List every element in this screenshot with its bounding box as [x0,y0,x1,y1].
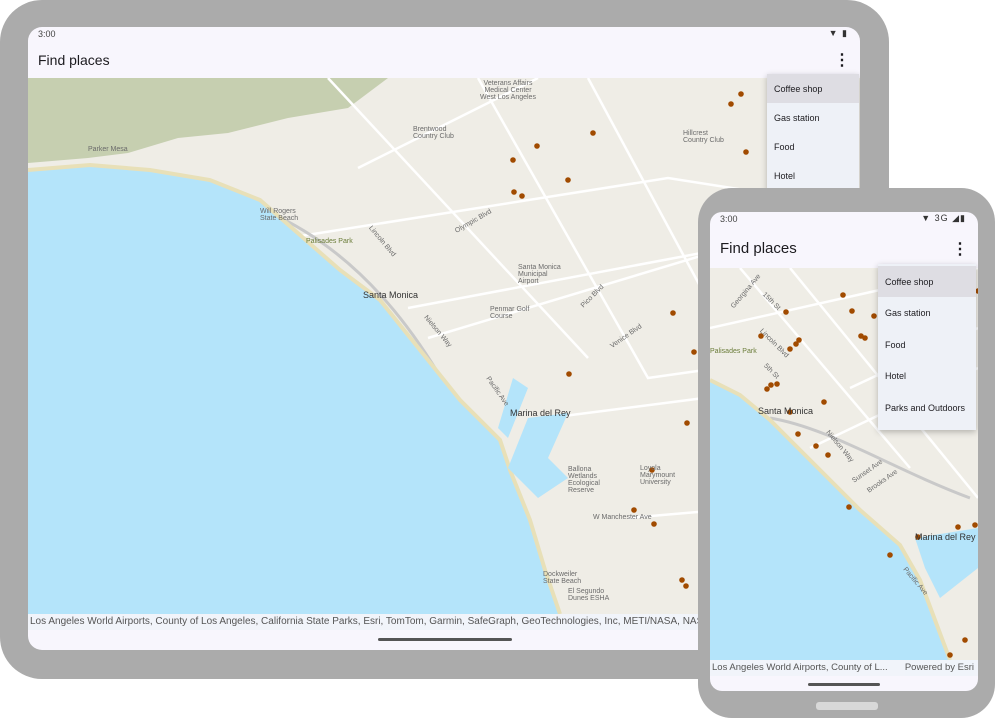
map-label: El Segundo Dunes ESHA [568,588,610,602]
place-marker [947,652,953,658]
place-marker [793,341,799,347]
map-label: Veterans Affairs Medical Center West Los… [480,80,536,101]
map-label: Marina del Rey [915,532,976,542]
map-label: Brentwood Country Club [413,126,454,140]
place-marker [728,101,734,107]
page-title: Find places [38,52,110,68]
map-label: Santa Monica [758,406,814,416]
map-label: Marina del Rey [510,408,571,418]
status-bar: 3:00 ▼ 3G ◢▮ [710,212,978,228]
place-marker [840,292,846,298]
status-time: 3:00 [720,214,738,224]
app-bar: Find places ⋮ [710,228,978,268]
place-marker [871,313,877,319]
map-attribution[interactable]: Los Angeles World Airports, County of L.… [710,660,978,676]
map-label: Will Rogers State Beach [260,208,299,222]
street [407,246,729,310]
place-marker [651,521,657,527]
place-marker [972,522,978,528]
place-marker [849,308,855,314]
place-marker [955,524,961,530]
place-marker [691,349,697,355]
wifi-battery-icon: ▼ ▮ [828,28,848,38]
status-bar: 3:00 ▼ ▮ [28,27,860,45]
place-marker [519,193,525,199]
category-menu: Coffee shop Gas station Food Hotel Parks… [878,264,976,430]
place-marker [768,382,774,388]
phone-screen: 3:00 ▼ 3G ◢▮ Find places ⋮ Santa Monica … [710,212,978,691]
gesture-handle[interactable] [378,638,512,641]
place-marker [862,335,868,341]
more-options-icon[interactable]: ⋮ [834,50,850,70]
place-marker [683,583,689,589]
place-marker [631,507,637,513]
more-options-icon[interactable]: ⋮ [952,239,968,259]
place-marker [795,431,801,437]
menu-item-hotel[interactable]: Hotel [878,360,976,392]
place-marker [511,189,517,195]
home-button[interactable] [816,702,878,710]
place-marker [821,399,827,405]
map-label: Parker Mesa [88,146,128,153]
menu-item-food[interactable]: Food [878,329,976,360]
place-marker [743,149,749,155]
powered-by-esri[interactable]: Powered by Esri [904,660,974,676]
wifi-signal-battery-icon: ▼ 3G ◢▮ [921,213,966,223]
place-marker [510,157,516,163]
status-time: 3:00 [38,29,56,39]
place-marker [774,381,780,387]
place-marker [783,309,789,315]
place-marker [684,420,690,426]
menu-item-coffee-shop[interactable]: Coffee shop [767,74,859,103]
menu-item-food[interactable]: Food [767,132,859,161]
place-marker [764,386,770,392]
attribution-text: Los Angeles World Airports, County of L.… [712,662,888,673]
place-marker [825,452,831,458]
place-marker [813,443,819,449]
place-marker [565,177,571,183]
place-marker [670,310,676,316]
page-title: Find places [720,240,797,257]
menu-item-hotel[interactable]: Hotel [767,161,859,190]
network-type: 3G [934,213,949,223]
place-marker [566,371,572,377]
place-marker [962,637,968,643]
place-marker [590,130,596,136]
map-label: Penmar Golf Course [490,306,530,320]
map-label: Palisades Park [306,238,353,245]
map-label: Palisades Park [710,348,757,355]
gesture-handle[interactable] [808,683,880,686]
menu-item-gas-station[interactable]: Gas station [767,103,859,132]
menu-item-gas-station[interactable]: Gas station [878,297,976,329]
place-marker [738,91,744,97]
map-label: Santa Monica Municipal Airport [518,264,561,285]
category-menu: Coffee shop Gas station Food Hotel [767,74,859,194]
map-label: Dockweiler State Beach [543,571,582,585]
map-label: Hillcrest Country Club [683,130,724,144]
place-marker [534,143,540,149]
map-label: Santa Monica [363,290,419,300]
map-label: W Manchester Ave [593,514,652,521]
menu-item-coffee-shop[interactable]: Coffee shop [878,266,976,297]
map-label: Loyola Marymount University [640,465,676,486]
hills-terrain [28,78,388,163]
place-marker [846,504,852,510]
place-marker [679,577,685,583]
place-marker [887,552,893,558]
phone-device: 3:00 ▼ 3G ◢▮ Find places ⋮ Santa Monica … [698,188,995,718]
app-bar: Find places ⋮ [28,45,860,78]
menu-item-parks-and-outdoors[interactable]: Parks and Outdoors [878,392,976,423]
place-marker [787,346,793,352]
map-label: Ballona Wetlands Ecological Reserve [568,466,600,494]
